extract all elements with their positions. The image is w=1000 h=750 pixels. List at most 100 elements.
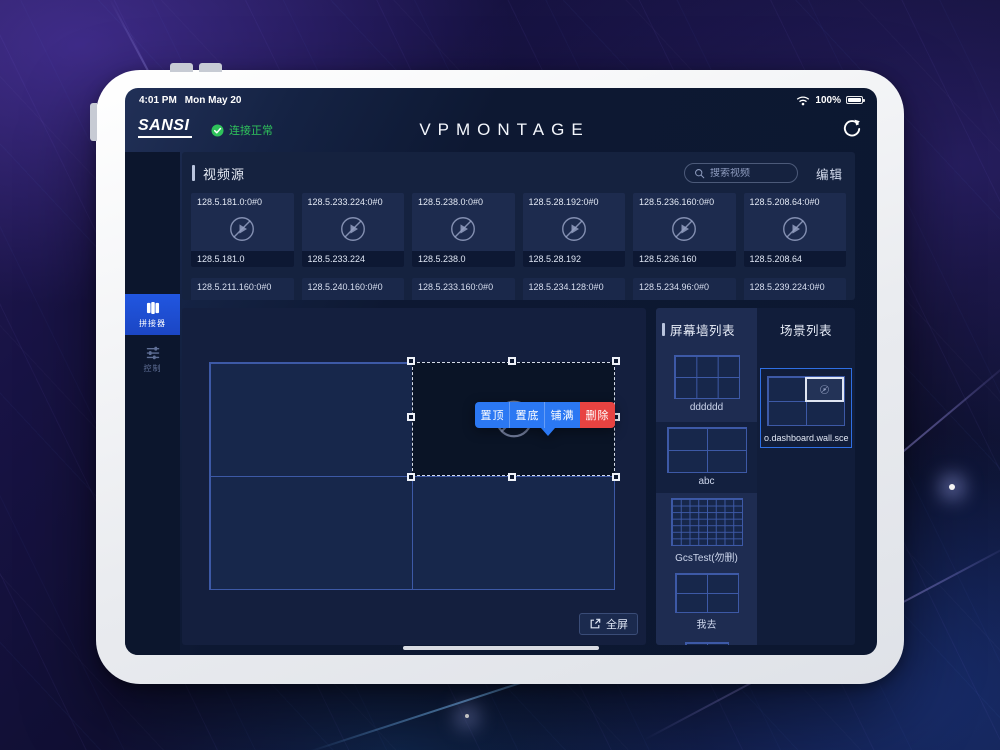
source-name: 128.5.28.192: [522, 251, 625, 267]
wall-list-item-partial[interactable]: [684, 631, 729, 645]
video-wall-icon: [145, 300, 161, 316]
play-disabled-icon: [819, 384, 830, 395]
video-source-grid: 128.5.181.0:0#0 128.5.181.0 128.5.233.22…: [191, 193, 846, 267]
source-id: 128.5.28.192:0#0: [528, 197, 599, 207]
resize-handle-bottom-left[interactable]: [407, 473, 415, 481]
wall-item-label: abc: [698, 476, 715, 487]
tablet-device-frame: 4:01 PM Mon May 20 100% SANSI 连接正常 VPMON…: [90, 63, 904, 684]
resize-handle-top-right[interactable]: [612, 357, 620, 365]
wall-canvas-panel: 置顶 置底 铺满 删除 全屏: [182, 308, 646, 645]
resize-handle-top-middle[interactable]: [507, 357, 516, 365]
resize-handle-bottom-right[interactable]: [612, 473, 620, 481]
scene-active-cell: [805, 377, 844, 402]
glow-dot: [949, 484, 955, 490]
app-header: SANSI 连接正常 VPMONTAGE: [125, 108, 877, 152]
wall-list-item-highlighted[interactable]: abc: [656, 422, 757, 493]
video-source-card-partial[interactable]: 128.5.239.224:0#0: [743, 278, 846, 300]
refresh-button[interactable]: [841, 118, 863, 140]
source-name: 128.5.208.64: [743, 251, 846, 267]
bring-to-front-button[interactable]: 置顶: [475, 402, 510, 428]
date: Mon May 20: [184, 94, 242, 106]
delete-region-button[interactable]: 删除: [580, 402, 615, 428]
video-source-card-partial[interactable]: 128.5.233.160:0#0: [412, 278, 515, 300]
app-screen: 4:01 PM Mon May 20 100% SANSI 连接正常 VPMON…: [125, 88, 877, 655]
battery-icon: [846, 95, 865, 105]
source-name: 128.5.181.0: [191, 251, 294, 267]
fullscreen-button[interactable]: 全屏: [579, 613, 638, 635]
video-source-card[interactable]: 128.5.208.64:0#0 128.5.208.64: [743, 193, 846, 267]
scene-thumbnail-2x2: [767, 376, 845, 426]
play-disabled-icon: [448, 214, 478, 244]
wall-thumbnail-3x2: [673, 355, 740, 399]
status-bar: 4:01 PM Mon May 20 100%: [125, 88, 877, 108]
home-indicator[interactable]: [403, 646, 599, 650]
resize-handle-top-left[interactable]: [407, 357, 415, 365]
edit-button[interactable]: 编辑: [816, 164, 843, 183]
wall-list-item[interactable]: 我去: [674, 564, 739, 631]
wall-item-label: dddddd: [689, 402, 724, 413]
video-source-card[interactable]: 128.5.233.224:0#0 128.5.233.224: [301, 193, 404, 267]
glow-dot: [465, 714, 469, 718]
wall-thumbnail-2x2: [666, 427, 747, 473]
lists-panel: 屏幕墙列表 dddddd abc GcsTest(勿删) 我去 场景列表 o.d…: [656, 308, 855, 645]
scene-list: 场景列表 o.dashboard.wall.sce...: [757, 308, 855, 645]
search-box[interactable]: [683, 163, 798, 183]
search-input[interactable]: [709, 167, 788, 179]
video-source-card-partial[interactable]: 128.5.234.128:0#0: [522, 278, 625, 300]
fullscreen-label: 全屏: [606, 619, 628, 631]
volume-down-button: [199, 63, 222, 72]
video-source-card-partial[interactable]: 128.5.211.160:0#0: [191, 278, 294, 300]
refresh-icon: [841, 118, 863, 140]
selected-video-region[interactable]: 置顶 置底 铺满 删除: [407, 357, 620, 481]
scene-list-title: 场景列表: [779, 324, 832, 338]
source-id: 128.5.181.0:0#0: [197, 197, 263, 207]
sidebar-item-label: 控制: [143, 364, 162, 373]
video-source-card-partial[interactable]: 128.5.240.160:0#0: [301, 278, 404, 300]
expand-icon: [589, 618, 601, 630]
video-source-grid-row2: 128.5.211.160:0#0 128.5.240.160:0#0 128.…: [191, 278, 846, 300]
play-disabled-icon: [669, 214, 699, 244]
video-source-card-partial[interactable]: 128.5.234.96:0#0: [633, 278, 736, 300]
source-name: 128.5.233.224: [301, 251, 404, 267]
battery-percent: 100%: [815, 94, 841, 106]
volume-up-button: [170, 63, 193, 72]
source-name: 128.5.236.160: [633, 251, 736, 267]
search-icon: [694, 168, 705, 179]
sidebar: 拼接器 控制: [125, 152, 180, 655]
source-name: 128.5.238.0: [412, 251, 515, 267]
wifi-icon: [796, 95, 810, 106]
wall-list-item[interactable]: GcsTest(勿删): [670, 493, 743, 564]
region-context-menu: 置顶 置底 铺满 删除: [475, 402, 615, 436]
context-menu-arrow: [541, 428, 555, 436]
section-accent-bar: [192, 165, 195, 181]
sliders-icon: [145, 345, 161, 361]
section-title: 视频源: [203, 166, 246, 182]
wall-list-item[interactable]: dddddd: [673, 338, 740, 413]
resize-handle-middle-left[interactable]: [407, 413, 415, 421]
play-disabled-icon: [559, 214, 589, 244]
resize-handle-bottom-middle[interactable]: [507, 473, 516, 481]
video-source-card[interactable]: 128.5.181.0:0#0 128.5.181.0: [191, 193, 294, 267]
source-id: 128.5.236.160:0#0: [639, 197, 715, 207]
sidebar-item-control[interactable]: 控制: [125, 339, 180, 380]
sidebar-item-label: 拼接器: [139, 319, 166, 328]
video-source-card[interactable]: 128.5.28.192:0#0 128.5.28.192: [522, 193, 625, 267]
scene-list-item-selected[interactable]: o.dashboard.wall.sce...: [760, 368, 852, 448]
play-disabled-icon: [338, 214, 368, 244]
wall-item-label: GcsTest(勿删): [675, 553, 738, 564]
wall-thumbnail-partial: [684, 642, 729, 645]
screen-wall-list: 屏幕墙列表 dddddd abc GcsTest(勿删) 我去: [656, 308, 757, 645]
source-id: 128.5.238.0:0#0: [418, 197, 484, 207]
sidebar-item-splicer[interactable]: 拼接器: [125, 294, 180, 335]
source-id: 128.5.233.224:0#0: [307, 197, 383, 207]
video-source-card[interactable]: 128.5.238.0:0#0 128.5.238.0: [412, 193, 515, 267]
clock: 4:01 PM: [139, 94, 177, 106]
video-source-card[interactable]: 128.5.236.160:0#0 128.5.236.160: [633, 193, 736, 267]
scene-item-label: o.dashboard.wall.sce...: [764, 433, 849, 443]
section-accent-bar: [662, 323, 665, 336]
wall-item-label: 我去: [696, 620, 717, 631]
send-to-back-button[interactable]: 置底: [510, 402, 545, 428]
fill-screen-button[interactable]: 铺满: [545, 402, 580, 428]
power-button: [90, 103, 97, 141]
wall-thumbnail-2x2: [674, 573, 739, 613]
